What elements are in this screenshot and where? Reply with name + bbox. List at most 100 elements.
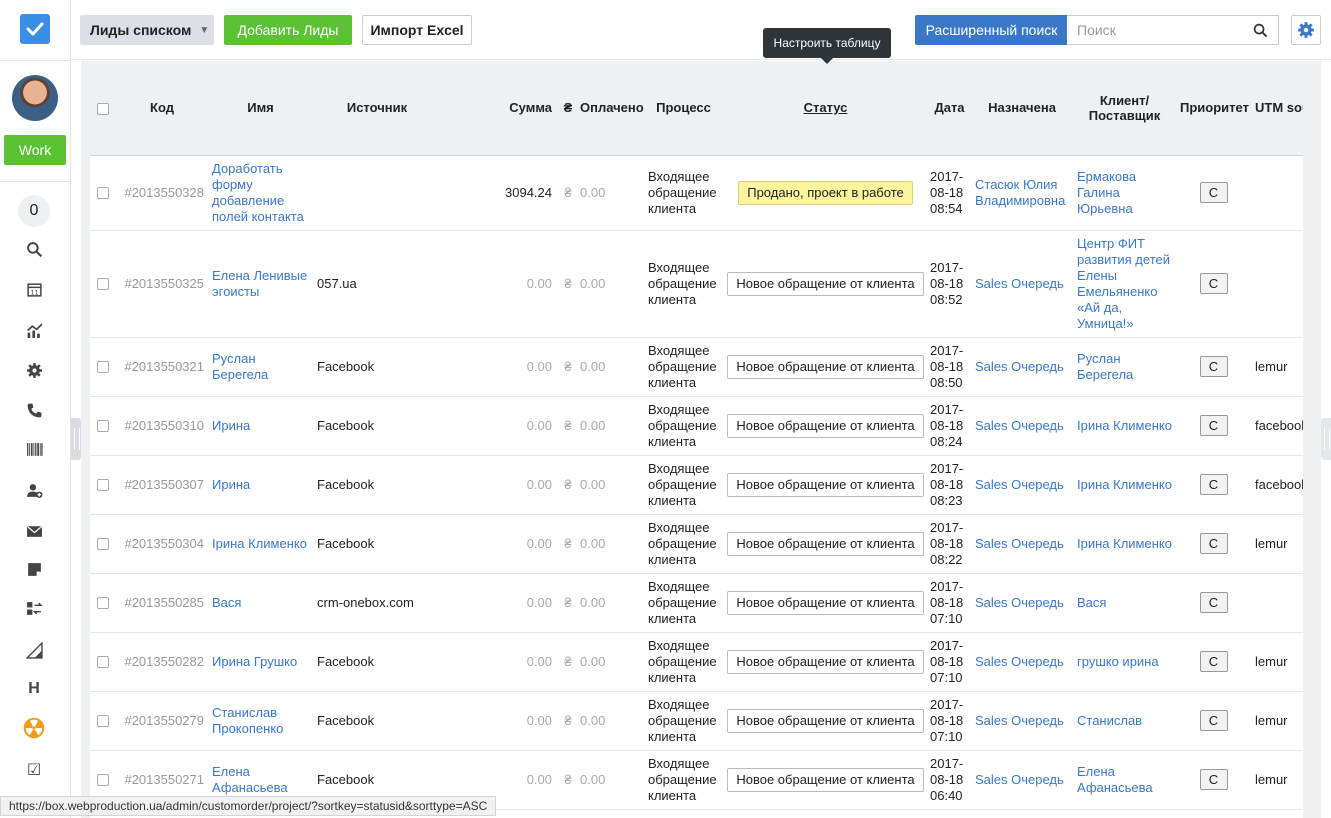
status-badge[interactable]: Новое обращение от клиента [727, 354, 924, 379]
right-resize-handle[interactable] [1321, 418, 1331, 460]
status-badge[interactable]: Новое обращение от клиента [727, 708, 924, 733]
table-row[interactable]: #2013550307 Ирина Facebook 0.00 ₴ 0.00 Входяще… [90, 455, 1303, 515]
row-checkbox[interactable] [97, 361, 109, 374]
column-header-source[interactable]: Источник [313, 61, 441, 156]
column-header-currency[interactable]: ₴ [556, 61, 580, 156]
lead-name-link[interactable]: Ирина [212, 418, 250, 433]
lead-assigned-link[interactable]: Sales Очередь [971, 691, 1073, 751]
row-checkbox[interactable] [97, 420, 109, 433]
priority-badge[interactable]: С [1199, 273, 1228, 294]
table-row[interactable]: #2013550321 Руслан Берегела Facebook 0.00 ₴ 0… [90, 337, 1303, 397]
table-row[interactable]: #2013550285 Вася crm-onebox.com 0.00 ₴ 0.00 Вх… [90, 573, 1303, 633]
add-user-icon[interactable] [22, 478, 46, 502]
lead-client-link[interactable]: Вася [1073, 573, 1176, 633]
status-badge[interactable]: Новое обращение от клиента [727, 413, 924, 438]
transfer-icon[interactable] [22, 596, 46, 620]
priority-badge[interactable]: С [1199, 182, 1228, 203]
lead-client-link[interactable]: Ірина Клименко [1073, 396, 1176, 456]
lead-assigned-link[interactable]: Sales Очередь [971, 455, 1073, 515]
row-checkbox[interactable] [97, 187, 109, 200]
lead-assigned-link[interactable]: Sales Очередь [971, 396, 1073, 456]
lead-client-link[interactable]: Станислав [1073, 691, 1176, 751]
search-icon[interactable] [1253, 23, 1268, 38]
row-checkbox[interactable] [97, 774, 109, 787]
lead-assigned-link[interactable]: Sales Очередь [971, 573, 1073, 633]
column-header-status[interactable]: Статус [723, 61, 928, 156]
row-checkbox[interactable] [97, 538, 109, 551]
lead-assigned-link[interactable]: Sales Очередь [971, 514, 1073, 574]
checkbox-icon[interactable]: ☑ [22, 758, 46, 782]
status-badge[interactable]: Продано, проект в работе [738, 180, 913, 205]
avatar[interactable] [12, 75, 58, 121]
notification-counter[interactable]: 0 [18, 195, 50, 227]
lead-assigned-link[interactable]: Стасюк Юлия Владимировна [971, 155, 1073, 231]
mail-icon[interactable] [22, 519, 46, 543]
lead-name-link[interactable]: Вася [212, 595, 241, 610]
status-badge[interactable]: Новое обращение от клиента [727, 271, 924, 296]
status-badge[interactable]: Новое обращение от клиента [727, 590, 924, 615]
priority-badge[interactable]: С [1199, 415, 1228, 436]
phone-icon[interactable] [22, 398, 46, 422]
table-row[interactable]: #2013550310 Ирина Facebook 0.00 ₴ 0.00 Входяще… [90, 396, 1303, 456]
lead-assigned-link[interactable]: Sales Очередь [971, 337, 1073, 397]
lead-name-link[interactable]: Станислав Прокопенко [212, 705, 283, 736]
table-row[interactable]: #2013550328 Доработать форму добавление п… [90, 155, 1303, 231]
add-lead-button[interactable]: Добавить Лиды [224, 15, 352, 45]
lead-name-link[interactable]: Ірина Клименко [212, 536, 307, 551]
table-row[interactable]: #2013550279 Станислав Прокопенко Facebook 0… [90, 691, 1303, 751]
column-header-paid[interactable]: Оплачено [580, 61, 644, 156]
column-header-assigned[interactable]: Назначена [971, 61, 1073, 156]
status-badge[interactable]: Новое обращение от клиента [727, 767, 924, 792]
row-checkbox[interactable] [97, 479, 109, 492]
lead-client-link[interactable]: Ермакова Галина Юрьевна [1073, 155, 1176, 231]
table-row[interactable]: #2013550325 Елена Ленивые эгоисты 057.ua 0.… [90, 230, 1303, 338]
priority-badge[interactable]: С [1199, 651, 1228, 672]
lead-name-link[interactable]: Доработать форму добавление полей контак… [212, 161, 304, 224]
column-header-name[interactable]: Имя [208, 61, 313, 156]
lead-assigned-link[interactable]: Sales Очередь [971, 632, 1073, 692]
column-header-client[interactable]: Клиент/Поставщик [1073, 61, 1176, 156]
lead-client-link[interactable]: грушко ирина [1073, 632, 1176, 692]
sidebar-resize-handle[interactable] [71, 418, 81, 460]
gear-icon[interactable] [22, 358, 46, 382]
search-input[interactable] [1067, 16, 1247, 44]
row-checkbox[interactable] [97, 278, 109, 291]
lead-client-link[interactable]: Ірина Клименко [1073, 455, 1176, 515]
row-checkbox[interactable] [97, 656, 109, 669]
select-all-checkbox[interactable] [97, 102, 109, 115]
lead-name-link[interactable]: Ирина [212, 477, 250, 492]
h-icon[interactable]: H [22, 677, 46, 701]
lead-client-link[interactable]: Ірина Клименко [1073, 514, 1176, 574]
column-header-sum[interactable]: Сумма [441, 61, 556, 156]
view-mode-dropdown[interactable]: Лиды списком ▼ [80, 15, 214, 45]
priority-badge[interactable]: С [1199, 710, 1228, 731]
table-row[interactable]: #2013550304 Ірина Клименко Facebook 0.00 ₴ 0.… [90, 514, 1303, 574]
table-settings-button[interactable] [1291, 15, 1321, 45]
lead-name-link[interactable]: Елена Афанасьева [212, 764, 288, 795]
lead-name-link[interactable]: Елена Ленивые эгоисты [212, 268, 307, 299]
advanced-search-button[interactable]: Расширенный поиск [915, 15, 1068, 45]
priority-badge[interactable]: С [1199, 769, 1228, 790]
note-icon[interactable] [22, 557, 46, 581]
lead-client-link[interactable]: Центр ФИТ развития детей Елены Емельянен… [1073, 230, 1176, 338]
priority-badge[interactable]: С [1199, 474, 1228, 495]
table-row[interactable]: #2013550282 Ирина Грушко Facebook 0.00 ₴ 0.00… [90, 632, 1303, 692]
lead-assigned-link[interactable]: Sales Очередь [971, 230, 1073, 338]
lead-name-link[interactable]: Руслан Берегела [212, 351, 268, 382]
status-badge[interactable]: Новое обращение от клиента [727, 531, 924, 556]
lead-assigned-link[interactable]: Sales Очередь [971, 750, 1073, 810]
radiation-icon[interactable] [22, 716, 46, 740]
calendar-icon[interactable]: 11 [22, 277, 46, 301]
barcode-icon[interactable] [22, 437, 46, 461]
status-badge[interactable]: Новое обращение от клиента [727, 649, 924, 674]
work-button[interactable]: Work [4, 135, 66, 165]
priority-badge[interactable]: С [1199, 533, 1228, 554]
column-header-process[interactable]: Процесс [644, 61, 723, 156]
status-badge[interactable]: Новое обращение от клиента [727, 472, 924, 497]
lead-client-link[interactable]: Елена Афанасьева [1073, 750, 1176, 810]
search-icon[interactable] [22, 237, 46, 261]
priority-badge[interactable]: С [1199, 356, 1228, 377]
column-header-utm[interactable]: UTM source [1251, 61, 1303, 156]
row-checkbox[interactable] [97, 715, 109, 728]
app-logo[interactable] [20, 14, 50, 44]
